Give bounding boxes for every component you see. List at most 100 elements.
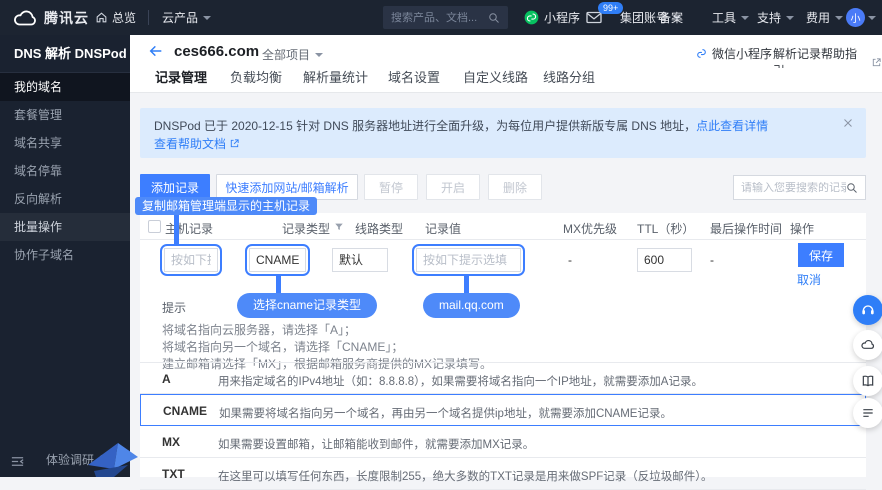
sidebar-item-sub-domain-collaboration[interactable]: 协作子域名 [0, 241, 130, 269]
banner-detail-link[interactable]: 点此查看详情 [696, 119, 768, 133]
sidebar-item-batch-operations[interactable]: 批量操作 [0, 213, 130, 241]
select-all-checkbox[interactable] [148, 220, 161, 233]
collapse-sidebar-icon[interactable] [10, 455, 25, 468]
chevron-down-icon [315, 53, 323, 57]
sidebar: DNS 解析 DNSPod 我的域名 套餐管理 域名共享 域名停靠 反向解析 批… [0, 35, 130, 477]
record-search[interactable] [733, 175, 866, 200]
col-line: 线路类型 [355, 220, 403, 237]
nav-beian[interactable]: 备案 [659, 0, 683, 35]
delete-button[interactable]: 删除 [488, 174, 542, 200]
cancel-link[interactable]: 取消 [797, 271, 821, 288]
chevron-down-icon [868, 16, 876, 20]
col-mx: MX优先级 [563, 220, 617, 237]
sidebar-item-domain-sharing[interactable]: 域名共享 [0, 129, 130, 157]
ttl-input[interactable]: 600 [637, 248, 692, 272]
topbar-search[interactable] [383, 6, 508, 29]
docs-button[interactable] [853, 366, 882, 396]
value-input-callout [412, 244, 525, 276]
type-select-callout [245, 244, 310, 276]
col-value: 记录值 [425, 220, 461, 237]
nav-billing[interactable]: 费用 [806, 0, 843, 35]
record-type-list: A 用来指定域名的IPv4地址（如：8.8.8.8），如果需要将域名指向一个IP… [140, 362, 866, 490]
search-icon[interactable] [846, 182, 858, 194]
table-header: 主机记录 记录类型 线路类型 记录值 MX优先级 TTL（秒） 最后操作时间 操… [140, 213, 866, 240]
topbar: 腾讯云 总览 云产品 小程序 99+ 集团账号 备案 工具 [0, 0, 882, 35]
cloud-icon [860, 337, 876, 353]
record-type-select[interactable] [249, 248, 306, 272]
callout-line [276, 276, 281, 293]
tencent-cloud-logo[interactable]: 腾讯云 [12, 0, 89, 35]
miniprogram-link-icon [695, 47, 708, 60]
type-row-a: A 用来指定域名的IPv4地址（如：8.8.8.8），如果需要将域名指向一个IP… [140, 362, 866, 394]
tab-load-balancing[interactable]: 负载均衡 [230, 68, 282, 92]
chevron-down-icon [835, 16, 843, 20]
record-search-input[interactable] [741, 182, 846, 194]
tab-domain-settings[interactable]: 域名设置 [388, 68, 440, 92]
record-value-input[interactable] [416, 248, 521, 272]
mx-value: - [568, 253, 572, 267]
nav-products[interactable]: 云产品 [162, 0, 211, 35]
external-link-icon [229, 138, 240, 149]
book-icon [860, 373, 876, 389]
feedback-icon [860, 405, 876, 421]
host-input[interactable] [164, 248, 218, 272]
support-chat-button[interactable] [853, 295, 882, 325]
avatar[interactable]: 小 [846, 8, 865, 27]
col-host: 主机记录 [165, 220, 213, 237]
type-row-mx: MX 如果需要设置邮箱，让邮箱能收到邮件，就需要添加MX记录。 [140, 426, 866, 458]
sidebar-item-package-management[interactable]: 套餐管理 [0, 101, 130, 129]
close-icon[interactable] [842, 117, 854, 129]
home-icon [95, 11, 108, 24]
sidebar-title: DNS 解析 DNSPod [0, 35, 130, 73]
miniprogram-icon [524, 10, 539, 25]
hint-line: 将域名指向云服务器，请选择「A」； [162, 323, 492, 337]
nav-tools[interactable]: 工具 [712, 0, 749, 35]
host-callout-tooltip: 复制邮箱管理端显示的主机记录 [135, 197, 317, 215]
sidebar-footer: 体验调研 [0, 443, 130, 477]
type-callout-tooltip: 选择cname记录类型 [237, 293, 377, 318]
wechat-miniprogram-link[interactable]: 微信小程序 [695, 45, 772, 62]
updated-value: - [710, 253, 714, 267]
search-icon[interactable] [488, 12, 500, 24]
value-callout-tooltip: mail.qq.com [423, 293, 520, 318]
brand-text: 腾讯云 [44, 8, 89, 28]
host-input-callout [160, 244, 222, 276]
tab-custom-lines[interactable]: 自定义线路 [463, 68, 528, 92]
cloud-assistant-button[interactable] [853, 330, 882, 360]
nav-overview[interactable]: 总览 [95, 0, 136, 35]
back-arrow-icon[interactable] [148, 43, 164, 59]
enable-button[interactable]: 开启 [426, 174, 480, 200]
save-button[interactable]: 保存 [798, 243, 844, 267]
sidebar-item-my-domains[interactable]: 我的域名 [0, 73, 130, 101]
topbar-search-input[interactable] [391, 12, 488, 24]
banner-doc-link[interactable]: 查看帮助文档 [154, 137, 226, 151]
col-updated: 最后操作时间 [710, 220, 782, 237]
type-row-txt: TXT 在这里可以填写任何东西，长度限制255，绝大多数的TXT记录是用来做SP… [140, 458, 866, 490]
avatar-menu[interactable] [868, 0, 876, 35]
records-card: 主机记录 记录类型 线路类型 记录值 MX优先级 TTL（秒） 最后操作时间 操… [140, 213, 866, 477]
external-link-icon [871, 57, 882, 68]
nav-miniprogram[interactable]: 小程序 [524, 0, 580, 35]
chevron-down-icon [203, 16, 211, 20]
sidebar-item-domain-parking[interactable]: 域名停靠 [0, 157, 130, 185]
pause-button[interactable]: 暂停 [364, 174, 418, 200]
project-selector[interactable]: 全部项目 [262, 46, 323, 63]
chevron-down-icon [741, 16, 749, 20]
sidebar-item-reverse-dns[interactable]: 反向解析 [0, 185, 130, 213]
filter-icon[interactable] [334, 222, 344, 232]
hint-line: 将域名指向另一个域名，请选择「CNAME」； [162, 340, 492, 354]
tab-line-groups[interactable]: 线路分组 [543, 68, 595, 92]
chevron-down-icon [786, 16, 794, 20]
page-title: ces666.com [174, 43, 259, 60]
line-type-select[interactable]: 默认 [332, 248, 388, 272]
feedback-button[interactable] [853, 398, 882, 428]
domain-header: ces666.com 全部项目 微信小程序 解析记录帮助指引 [130, 35, 882, 68]
cloud-logo-icon [12, 8, 38, 28]
type-row-cname: CNAME 如果需要将域名指向另一个域名，再由另一个域名提供ip地址，就需要添加… [140, 394, 866, 426]
nav-support[interactable]: 支持 [757, 0, 794, 35]
tab-record-management[interactable]: 记录管理 [155, 68, 207, 92]
origami-graphic [84, 439, 140, 477]
divider [148, 10, 149, 25]
tab-resolution-stats[interactable]: 解析量统计 [303, 68, 368, 92]
headset-icon [860, 302, 876, 318]
